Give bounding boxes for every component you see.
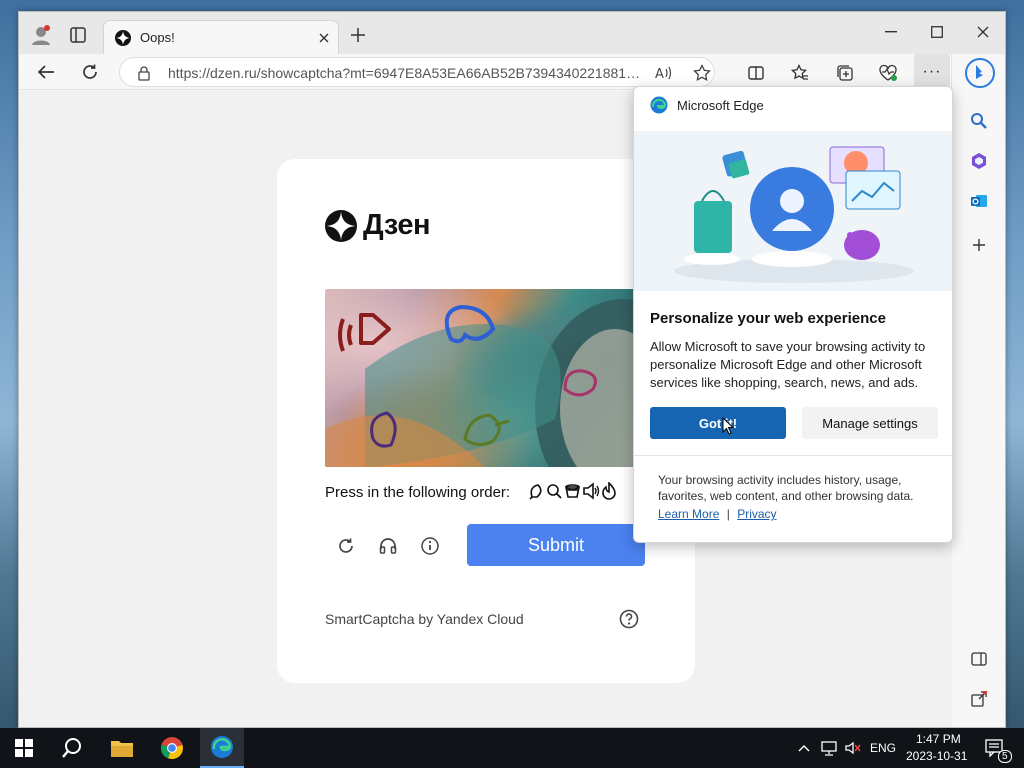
page-content: Дзен Press in the following order: Submi… xyxy=(19,86,953,727)
mouse-cursor-icon xyxy=(722,417,734,435)
instruction-text: Press in the following order: xyxy=(325,484,511,501)
manage-settings-button[interactable]: Manage settings xyxy=(802,407,938,439)
popup-note: Your browsing activity includes history,… xyxy=(658,473,914,503)
svg-text:A: A xyxy=(655,67,664,80)
order-sequence xyxy=(529,482,618,500)
network-icon[interactable] xyxy=(818,728,840,768)
popup-hero-illustration xyxy=(634,131,952,291)
edge-taskbar-icon[interactable] xyxy=(200,728,244,768)
popup-divider xyxy=(634,455,952,456)
captcha-image[interactable] xyxy=(325,289,645,467)
popup-title: Personalize your web experience xyxy=(650,310,886,327)
link-separator: | xyxy=(726,507,730,521)
office-icon[interactable] xyxy=(968,150,990,172)
tab-actions-icon[interactable] xyxy=(67,24,89,46)
address-bar[interactable]: https://dzen.ru/showcaptcha?mt=6947E8A53… xyxy=(119,57,715,87)
reload-captcha-icon[interactable] xyxy=(335,535,357,557)
notification-count: 5 xyxy=(998,750,1012,763)
dzen-logo-icon xyxy=(325,209,357,242)
popup-app-name: Microsoft Edge xyxy=(677,97,764,113)
lock-icon[interactable] xyxy=(136,64,152,82)
logo-text: Дзен xyxy=(363,209,431,241)
settings-more-button[interactable]: ··· xyxy=(914,54,950,90)
bing-copilot-icon[interactable] xyxy=(964,57,996,89)
refresh-icon[interactable] xyxy=(79,61,101,83)
close-tab-icon[interactable] xyxy=(316,30,332,46)
read-aloud-icon[interactable]: A xyxy=(654,63,674,83)
collections-icon[interactable] xyxy=(834,62,856,84)
new-tab-icon[interactable] xyxy=(347,24,369,46)
outlook-icon[interactable] xyxy=(968,190,990,212)
chrome-icon[interactable] xyxy=(152,728,192,768)
favorite-star-icon[interactable] xyxy=(692,63,712,83)
clock-time[interactable]: 1:47 PM xyxy=(916,732,961,746)
popup-body: Allow Microsoft to save your browsing ac… xyxy=(650,339,926,390)
favorites-icon[interactable] xyxy=(789,62,811,84)
learn-more-link[interactable]: Learn More xyxy=(658,507,719,521)
minimize-icon[interactable] xyxy=(879,22,903,42)
flame-order-icon xyxy=(602,482,616,500)
taskbar: ENG 1:47 PM 2023-10-31 5 xyxy=(0,728,1024,768)
add-sidebar-app-icon[interactable] xyxy=(968,234,990,256)
popup-links: Learn More | Privacy xyxy=(658,507,777,521)
hide-sidebar-icon[interactable] xyxy=(968,648,990,670)
maximize-icon[interactable] xyxy=(925,22,949,42)
split-screen-icon[interactable] xyxy=(745,62,767,84)
popup-header: Microsoft Edge xyxy=(650,96,764,114)
edge-sidebar xyxy=(951,54,1005,727)
search-icon[interactable] xyxy=(968,110,990,132)
more-dots-icon: ··· xyxy=(922,63,942,80)
volume-muted-icon[interactable] xyxy=(842,728,864,768)
tab-bar: Oops! xyxy=(19,12,1005,54)
speaker-order-icon xyxy=(583,482,600,500)
submit-button[interactable]: Submit xyxy=(467,524,645,566)
profile-icon[interactable] xyxy=(27,23,55,47)
taskbar-search-icon[interactable] xyxy=(52,728,92,768)
leaf-order-icon xyxy=(529,484,542,500)
help-icon[interactable] xyxy=(617,607,641,631)
smartcaptcha-credit: SmartCaptcha by Yandex Cloud xyxy=(325,611,524,627)
tray-chevron-icon[interactable] xyxy=(794,728,814,768)
magnifier-order-icon xyxy=(547,484,562,499)
browser-essentials-icon[interactable] xyxy=(877,62,899,84)
info-icon[interactable] xyxy=(419,535,441,557)
tab-oops[interactable]: Oops! xyxy=(103,20,339,54)
dzen-logo: Дзен xyxy=(325,209,431,242)
file-explorer-icon[interactable] xyxy=(102,728,142,768)
browser-window: Oops! https://dzen.ru/showcaptcha?mt=694… xyxy=(18,11,1006,728)
language-indicator[interactable]: ENG xyxy=(870,741,896,755)
clock-date[interactable]: 2023-10-31 xyxy=(906,749,967,763)
url-text[interactable]: https://dzen.ru/showcaptcha?mt=6947E8A53… xyxy=(168,65,648,81)
got-it-button[interactable]: Got it! xyxy=(650,407,786,439)
dzen-favicon-icon xyxy=(114,29,132,47)
edge-logo-icon xyxy=(650,96,668,114)
edge-personalize-popup: Microsoft Edge Personalize your web expe… xyxy=(633,86,953,543)
external-link-icon[interactable] xyxy=(968,688,990,710)
cup-order-icon xyxy=(565,484,580,498)
start-windows-icon[interactable] xyxy=(4,728,44,768)
privacy-link[interactable]: Privacy xyxy=(737,507,776,521)
toolbar: https://dzen.ru/showcaptcha?mt=6947E8A53… xyxy=(19,54,1005,90)
close-window-icon[interactable] xyxy=(971,22,995,42)
audio-captcha-icon[interactable] xyxy=(377,535,399,557)
back-icon[interactable] xyxy=(35,61,57,83)
tab-title: Oops! xyxy=(140,30,175,45)
captcha-symbols xyxy=(325,299,645,467)
